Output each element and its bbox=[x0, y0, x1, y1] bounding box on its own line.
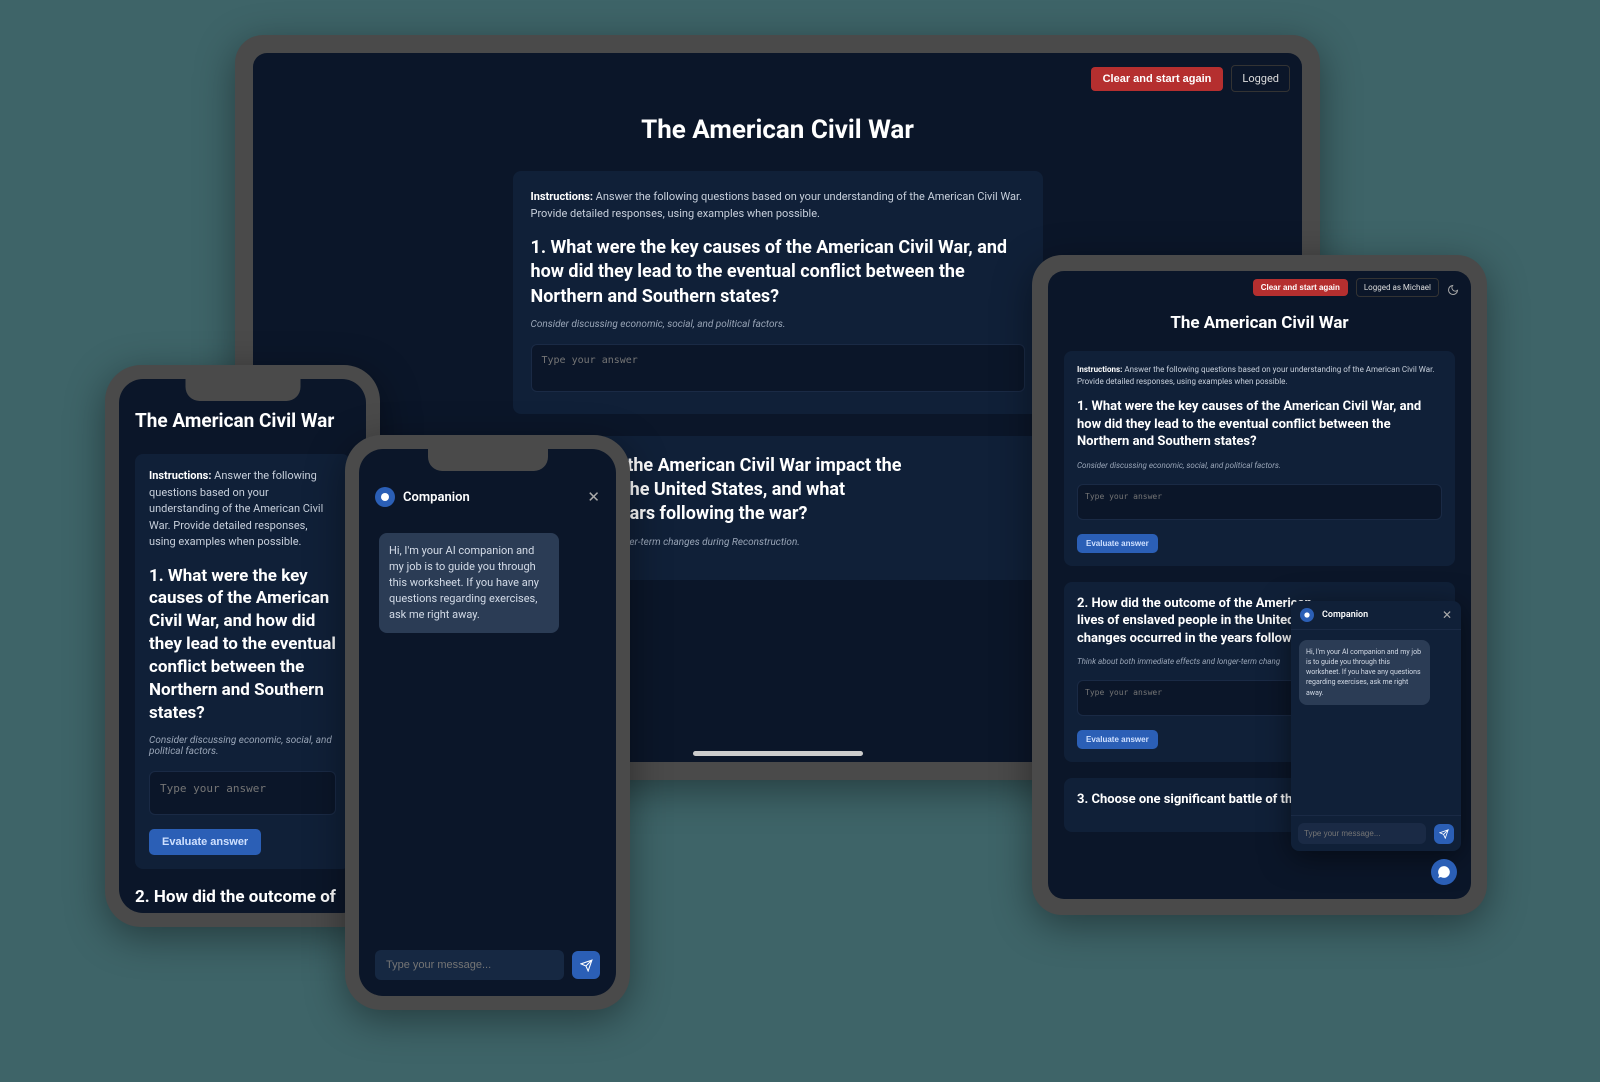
companion-header: Companion ✕ bbox=[1291, 601, 1461, 630]
companion-input-row bbox=[367, 942, 608, 988]
phone-notch bbox=[428, 449, 548, 471]
send-button[interactable] bbox=[1434, 824, 1454, 844]
bot-icon bbox=[1303, 611, 1311, 619]
phone-companion-device-frame: Companion ✕ Hi, I'm your AI companion an… bbox=[345, 435, 630, 1010]
phone-companion-screen: Companion ✕ Hi, I'm your AI companion an… bbox=[359, 449, 616, 996]
phone-device-frame: The American Civil War Instructions: Ans… bbox=[105, 365, 380, 927]
evaluate-button[interactable]: Evaluate answer bbox=[149, 829, 261, 855]
companion-body: Hi, I'm your AI companion and my job is … bbox=[1291, 630, 1461, 815]
phone-screen: The American Civil War Instructions: Ans… bbox=[119, 379, 366, 913]
send-icon bbox=[1439, 829, 1449, 839]
companion-title: Companion bbox=[1322, 610, 1434, 620]
page-title: The American Civil War bbox=[135, 409, 350, 432]
question-1-title: 1. What were the key causes of the Ameri… bbox=[531, 236, 1025, 309]
instructions-text: Instructions: Answer the following quest… bbox=[149, 468, 336, 551]
answer-input-1[interactable] bbox=[149, 771, 336, 815]
companion-input[interactable] bbox=[1298, 823, 1426, 844]
instructions-label: Instructions: bbox=[149, 469, 211, 482]
question-1-hint: Consider discussing economic, social, an… bbox=[1077, 461, 1442, 470]
home-indicator bbox=[693, 751, 863, 756]
companion-title: Companion bbox=[403, 490, 579, 505]
question-card-1: Instructions: Answer the following quest… bbox=[1064, 351, 1455, 566]
tablet-screen: Clear and start again Logged as Michael … bbox=[1048, 271, 1471, 899]
chat-icon bbox=[1437, 865, 1451, 879]
question-2-title: 2. How did the outcome of bbox=[135, 887, 350, 907]
instructions-label: Instructions: bbox=[1077, 365, 1122, 374]
companion-fab[interactable] bbox=[1431, 859, 1457, 885]
close-icon[interactable]: ✕ bbox=[587, 488, 600, 506]
send-icon bbox=[580, 959, 593, 972]
clear-button[interactable]: Clear and start again bbox=[1091, 67, 1224, 91]
question-1-title: 1. What were the key causes of the Ameri… bbox=[1077, 398, 1442, 451]
companion-input-row bbox=[1291, 815, 1461, 851]
companion-avatar-icon bbox=[1300, 608, 1314, 622]
companion-header: Companion ✕ bbox=[367, 477, 608, 517]
companion-panel: Companion ✕ Hi, I'm your AI companion an… bbox=[1291, 601, 1461, 851]
instructions-text: Instructions: Answer the following quest… bbox=[531, 189, 1025, 222]
answer-input-1[interactable] bbox=[1077, 484, 1442, 520]
question-card-1: Instructions: Answer the following quest… bbox=[513, 171, 1043, 414]
instructions-text: Instructions: Answer the following quest… bbox=[1077, 364, 1442, 388]
tablet-device-frame: Clear and start again Logged as Michael … bbox=[1032, 255, 1487, 915]
companion-panel: Companion ✕ Hi, I'm your AI companion an… bbox=[367, 477, 608, 988]
answer-input-1[interactable] bbox=[531, 344, 1025, 392]
question-1-title: 1. What were the key causes of the Ameri… bbox=[149, 565, 336, 726]
companion-avatar-icon bbox=[375, 487, 395, 507]
bot-icon bbox=[379, 491, 391, 503]
companion-message: Hi, I'm your AI companion and my job is … bbox=[379, 533, 559, 633]
phone-notch bbox=[185, 379, 300, 401]
logged-status: Logged bbox=[1231, 65, 1290, 92]
companion-message: Hi, I'm your AI companion and my job is … bbox=[1299, 640, 1430, 705]
evaluate-button[interactable]: Evaluate answer bbox=[1077, 534, 1158, 553]
page-title: The American Civil War bbox=[1064, 313, 1455, 333]
question-1-hint: Consider discussing economic, social, an… bbox=[149, 735, 336, 757]
send-button[interactable] bbox=[572, 951, 600, 979]
instructions-label: Instructions: bbox=[531, 190, 593, 203]
page-title: The American Civil War bbox=[281, 115, 1274, 145]
question-card-1: Instructions: Answer the following quest… bbox=[135, 454, 350, 869]
question-1-hint: Consider discussing economic, social, an… bbox=[531, 319, 1025, 330]
close-icon[interactable]: ✕ bbox=[1442, 608, 1452, 622]
companion-body: Hi, I'm your AI companion and my job is … bbox=[367, 517, 608, 942]
companion-input[interactable] bbox=[375, 950, 564, 980]
evaluate-button[interactable]: Evaluate answer bbox=[1077, 730, 1158, 749]
